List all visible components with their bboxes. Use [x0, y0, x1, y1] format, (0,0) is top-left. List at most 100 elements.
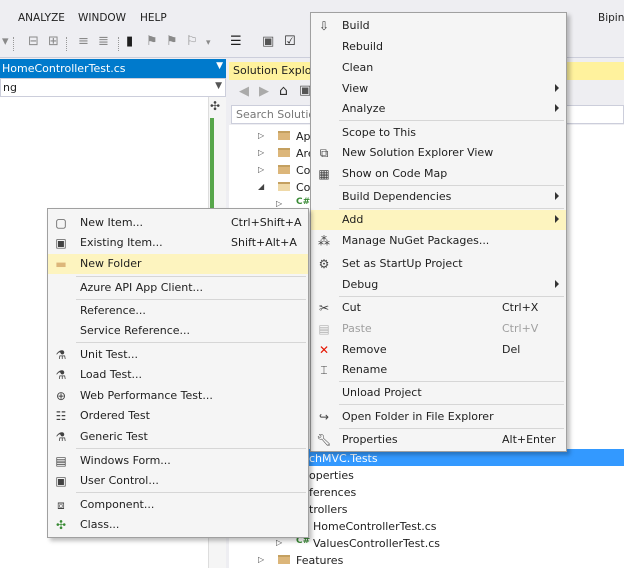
menu-item-build[interactable]: ⇩ Build	[311, 16, 566, 36]
menu-item-windows-form[interactable]: ▤ Windows Form...	[48, 451, 308, 471]
tree-item[interactable]: operties	[309, 467, 429, 484]
tree-item[interactable]: ▷ Are	[258, 145, 318, 162]
menu-item-class[interactable]: ✣ Class...	[48, 515, 308, 535]
menu-item-new-item[interactable]: ▢ New Item... Ctrl+Shift+A	[48, 213, 308, 233]
menu-item-rename[interactable]: ⌶ Rename	[311, 360, 566, 380]
back-icon[interactable]: ◀	[239, 84, 249, 99]
indent-icon[interactable]: ≡	[78, 34, 89, 49]
menu-item-label: New Folder	[80, 257, 142, 270]
menu-item-label: Reference...	[80, 304, 146, 317]
user-name[interactable]: Bipin	[598, 12, 624, 24]
collapse-arrow-icon[interactable]: ◢	[258, 182, 264, 191]
toolbar-grip[interactable]	[13, 37, 16, 51]
outdent-icon[interactable]: ≣	[98, 34, 109, 49]
menu-item-web-performance-test[interactable]: ⊕ Web Performance Test...	[48, 386, 308, 406]
menu-item-azure-api-client[interactable]: Azure API App Client...	[48, 278, 308, 298]
menu-item-add[interactable]: Add	[311, 210, 566, 230]
expand-arrow-icon[interactable]: ▷	[276, 538, 282, 547]
toolbar-grip[interactable]	[66, 37, 69, 51]
menu-item-open-folder[interactable]: ↪ Open Folder in File Explorer	[311, 407, 566, 427]
toolbar-dropdown-icon[interactable]: ▾	[2, 34, 9, 49]
menu-item-clean[interactable]: Clean	[311, 58, 566, 78]
menu-analyze[interactable]: ANALYZE	[18, 12, 65, 24]
menu-item-build-dependencies[interactable]: Build Dependencies	[311, 187, 566, 207]
menu-item-existing-item[interactable]: ▣ Existing Item... Shift+Alt+A	[48, 233, 308, 253]
rename-icon: ⌶	[320, 363, 328, 377]
menu-item-show-on-code-map[interactable]: ▦ Show on Code Map	[311, 164, 566, 184]
menu-item-analyze[interactable]: Analyze	[311, 99, 566, 119]
menu-item-debug[interactable]: Debug	[311, 275, 566, 295]
menu-item-user-control[interactable]: ▣ User Control...	[48, 471, 308, 491]
window-icon[interactable]: ▣	[262, 34, 274, 49]
expand-arrow-icon[interactable]: ▷	[276, 199, 282, 208]
menu-separator	[339, 120, 564, 121]
expand-arrow-icon[interactable]: ▷	[258, 165, 264, 174]
expand-arrow-icon[interactable]: ▷	[258, 555, 264, 564]
menu-item-rebuild[interactable]: Rebuild	[311, 37, 566, 57]
home-icon[interactable]: ⌂	[279, 83, 288, 99]
menu-item-label: Rebuild	[342, 40, 383, 53]
menu-item-service-reference[interactable]: Service Reference...	[48, 321, 308, 341]
menu-item-reference[interactable]: Reference...	[48, 301, 308, 321]
menu-item-component[interactable]: ⧈ Component...	[48, 495, 308, 515]
menu-item-label: Component...	[80, 498, 155, 511]
check-icon[interactable]: ☑	[284, 34, 296, 49]
menu-item-label: Service Reference...	[80, 324, 191, 337]
menu-help[interactable]: HELP	[140, 12, 167, 24]
bookmark-icon[interactable]: ▮	[126, 34, 133, 49]
clipboard-icon[interactable]: ☰	[230, 34, 242, 49]
tab-dropdown-icon[interactable]: ▼	[216, 61, 223, 71]
menu-item-properties[interactable]: 🔧︎ Properties Alt+Enter	[311, 430, 566, 450]
editor-tab[interactable]: HomeControllerTest.cs ▼	[0, 59, 226, 78]
menu-item-new-solution-explorer-view[interactable]: ⧉ New Solution Explorer View	[311, 143, 566, 163]
menu-item-paste[interactable]: ▤ Paste Ctrl+V	[311, 319, 566, 339]
tree-item-label: ValuesControllerTest.cs	[313, 537, 440, 550]
tree-item[interactable]: ▷ Ap	[258, 128, 318, 145]
tree-item[interactable]: ▷ Features	[258, 552, 378, 568]
align-icon[interactable]: ⊟	[28, 34, 39, 49]
align-right-icon[interactable]: ⊞	[48, 34, 59, 49]
flask-icon: ⚗	[55, 348, 67, 362]
menu-item-label: Paste	[342, 322, 372, 335]
menu-separator	[339, 381, 564, 382]
menu-item-scope-to-this[interactable]: Scope to This	[311, 123, 566, 143]
tree-item[interactable]: HomeControllerTest.cs	[309, 518, 449, 535]
menu-separator	[76, 342, 306, 343]
menu-item-label: Remove	[342, 343, 387, 356]
split-editor-icon[interactable]: ✣	[210, 99, 220, 113]
menu-item-label: Scope to This	[342, 126, 417, 139]
menu-item-generic-test[interactable]: ⚗ Generic Test	[48, 427, 308, 447]
menu-item-new-folder[interactable]: ▬ New Folder	[48, 254, 308, 274]
forward-icon[interactable]: ▶	[259, 84, 269, 99]
tree-item[interactable]: chMVC.Tests	[309, 450, 429, 467]
menu-item-shortcut: Del	[502, 343, 521, 356]
menu-item-manage-nuget[interactable]: ⁂ Manage NuGet Packages...	[311, 231, 566, 251]
menu-separator	[339, 296, 564, 297]
menu-item-cut[interactable]: ✂ Cut Ctrl+X	[311, 298, 566, 318]
tree-item[interactable]: ▷ Co	[258, 162, 318, 179]
menu-item-unit-test[interactable]: ⚗ Unit Test...	[48, 345, 308, 365]
toolbar-grip[interactable]	[118, 37, 121, 51]
menu-item-shortcut: Ctrl+X	[502, 301, 539, 314]
toolbar-overflow-icon[interactable]: ▾	[206, 38, 211, 48]
wrench-icon: 🔧︎	[316, 433, 332, 447]
bookmark-next-icon[interactable]: ⚑	[166, 34, 178, 49]
menu-item-remove[interactable]: ✕ Remove Del	[311, 340, 566, 360]
tree-item-label: HomeControllerTest.cs	[313, 520, 437, 533]
expand-arrow-icon[interactable]: ▷	[258, 148, 264, 157]
menu-item-load-test[interactable]: ⚗ Load Test...	[48, 365, 308, 385]
expand-arrow-icon[interactable]: ▷	[258, 131, 264, 140]
tree-item[interactable]: ◢ Co	[258, 179, 318, 196]
editor-navigation-combo[interactable]: ng ▼	[0, 78, 226, 97]
tree-item[interactable]: trollers	[309, 501, 429, 518]
menu-window[interactable]: WINDOW	[78, 12, 126, 24]
menu-separator	[76, 299, 306, 300]
menu-item-view[interactable]: View	[311, 79, 566, 99]
bookmark-folder-icon[interactable]: ⚐	[186, 34, 198, 49]
menu-item-ordered-test[interactable]: ☷ Ordered Test	[48, 406, 308, 426]
menu-item-unload-project[interactable]: Unload Project	[311, 383, 566, 403]
menu-item-set-startup[interactable]: ⚙ Set as StartUp Project	[311, 254, 566, 274]
tree-item[interactable]: ferences	[309, 484, 429, 501]
bookmark-prev-icon[interactable]: ⚑	[146, 34, 158, 49]
chevron-down-icon[interactable]: ▼	[215, 81, 222, 91]
